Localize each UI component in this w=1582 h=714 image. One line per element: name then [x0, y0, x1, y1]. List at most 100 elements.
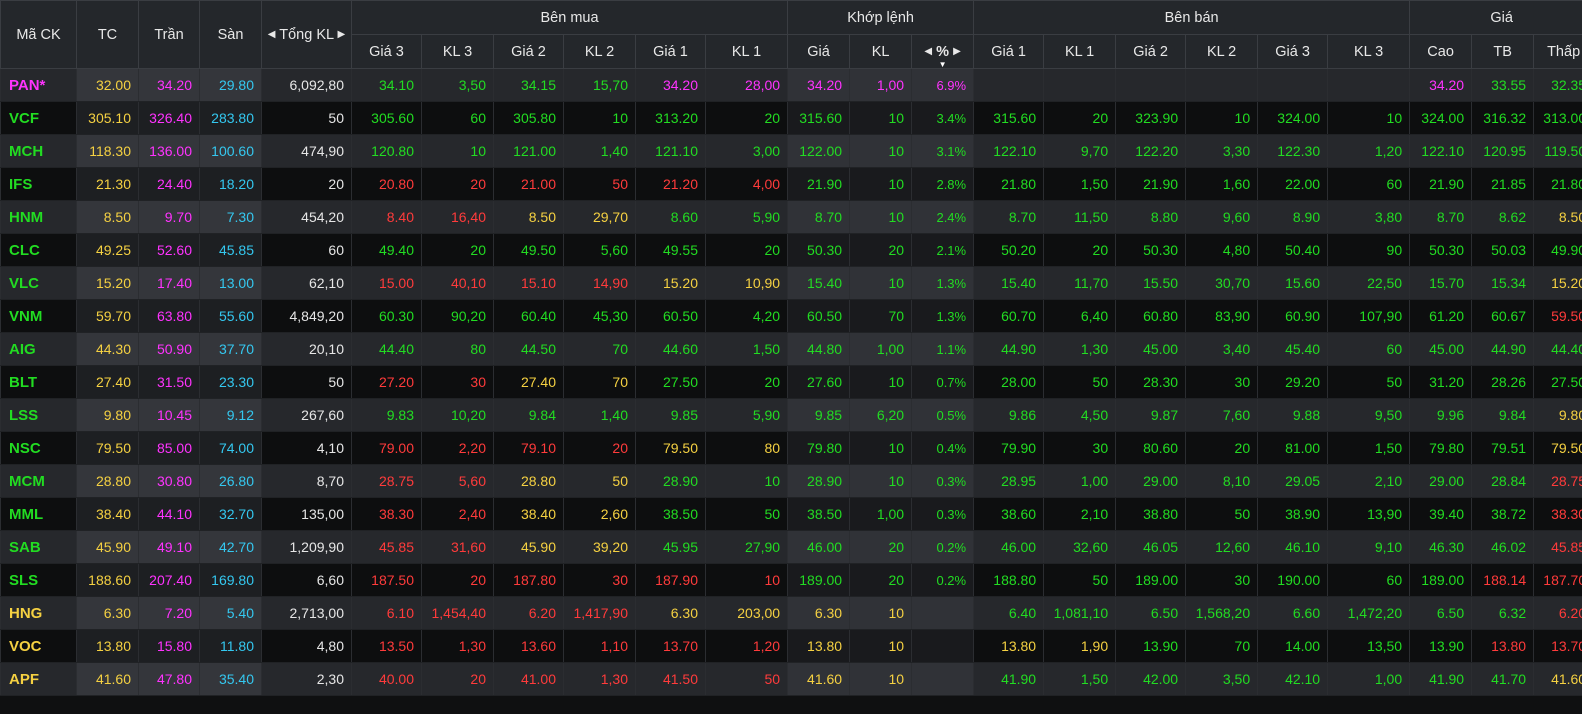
match-price-cell[interactable]: 50.30 [787, 233, 851, 267]
ref-price-cell[interactable]: 6.30 [76, 596, 139, 630]
match-pct-cell[interactable]: 1.1% [911, 332, 975, 366]
buy-price2-cell[interactable]: 34.15 [493, 68, 564, 102]
buy-vol1-cell[interactable]: 4,00 [704, 167, 789, 201]
sell-vol1-cell[interactable] [1043, 68, 1117, 102]
total-volume-cell[interactable]: 267,60 [261, 398, 352, 432]
symbol-cell[interactable]: MML [0, 497, 77, 531]
buy-vol3-cell[interactable]: 30 [421, 365, 494, 399]
col-header-sell-vol1[interactable]: KL 1 [1043, 34, 1117, 69]
sell-vol2-cell[interactable]: 20 [1185, 431, 1259, 465]
buy-vol1-cell[interactable]: 3,00 [704, 134, 789, 168]
sell-vol2-cell[interactable] [1185, 68, 1259, 102]
table-row[interactable]: HNM 8.50 9.70 7.30 454,20 8.40 16,40 8.50 29,70 8… [0, 200, 1582, 234]
match-vol-cell[interactable]: 10 [849, 266, 913, 300]
sell-vol2-cell[interactable]: 30,70 [1185, 266, 1259, 300]
buy-price2-cell[interactable]: 6.20 [493, 596, 564, 630]
ref-price-cell[interactable]: 32.00 [76, 68, 139, 102]
match-price-cell[interactable]: 27.60 [787, 365, 851, 399]
col-header-buy-price2[interactable]: Giá 2 [493, 34, 564, 69]
buy-price3-cell[interactable]: 38.30 [351, 497, 422, 531]
match-price-cell[interactable]: 38.50 [787, 497, 851, 531]
sell-price2-cell[interactable]: 13.90 [1115, 629, 1187, 663]
buy-price1-cell[interactable]: 49.55 [635, 233, 706, 267]
match-pct-cell[interactable]: 2.4% [911, 200, 975, 234]
total-volume-cell[interactable]: 1,209,90 [261, 530, 352, 564]
table-row[interactable]: NSC 79.50 85.00 74.00 4,10 79.00 2,20 79.10 20 79… [0, 431, 1582, 465]
total-volume-cell[interactable]: 20,10 [261, 332, 352, 366]
buy-vol1-cell[interactable]: 80 [704, 431, 789, 465]
sell-vol3-cell[interactable]: 9,50 [1327, 398, 1411, 432]
avg-price-cell[interactable]: 60.67 [1471, 299, 1535, 333]
sell-price3-cell[interactable]: 38.90 [1257, 497, 1329, 531]
buy-price2-cell[interactable]: 13.60 [493, 629, 564, 663]
buy-vol1-cell[interactable]: 10 [704, 464, 789, 498]
avg-price-cell[interactable]: 6.32 [1471, 596, 1535, 630]
ceiling-price-cell[interactable]: 31.50 [138, 365, 200, 399]
sell-price1-cell[interactable]: 28.95 [973, 464, 1045, 498]
col-header-sell-price3[interactable]: Giá 3 [1257, 34, 1329, 69]
sell-vol3-cell[interactable] [1327, 68, 1411, 102]
low-price-cell[interactable]: 41.60 [1533, 662, 1582, 696]
buy-vol1-cell[interactable]: 1,50 [704, 332, 789, 366]
buy-vol3-cell[interactable]: 10,20 [421, 398, 494, 432]
buy-price1-cell[interactable]: 38.50 [635, 497, 706, 531]
sell-vol1-cell[interactable]: 2,10 [1043, 497, 1117, 531]
buy-vol1-cell[interactable]: 4,20 [704, 299, 789, 333]
symbol-cell[interactable]: VOC [0, 629, 77, 663]
buy-price2-cell[interactable]: 21.00 [493, 167, 564, 201]
match-price-cell[interactable]: 8.70 [787, 200, 851, 234]
avg-price-cell[interactable]: 33.55 [1471, 68, 1535, 102]
symbol-cell[interactable]: VNM [0, 299, 77, 333]
floor-price-cell[interactable]: 13.00 [199, 266, 262, 300]
sell-vol1-cell[interactable]: 4,50 [1043, 398, 1117, 432]
high-price-cell[interactable]: 189.00 [1409, 563, 1473, 597]
sell-price2-cell[interactable]: 8.80 [1115, 200, 1187, 234]
match-pct-cell[interactable]: 3.1% [911, 134, 975, 168]
table-row[interactable]: MCH 118.30 136.00 100.60 474,90 120.80 10 121.0… [0, 134, 1582, 168]
low-price-cell[interactable]: 45.85 [1533, 530, 1582, 564]
match-price-cell[interactable]: 44.80 [787, 332, 851, 366]
floor-price-cell[interactable]: 18.20 [199, 167, 262, 201]
buy-vol3-cell[interactable]: 10 [421, 134, 494, 168]
match-vol-cell[interactable]: 10 [849, 200, 913, 234]
match-price-cell[interactable]: 9.85 [787, 398, 851, 432]
match-vol-cell[interactable]: 10 [849, 464, 913, 498]
sell-vol1-cell[interactable]: 1,30 [1043, 332, 1117, 366]
buy-vol2-cell[interactable]: 5,60 [563, 233, 636, 267]
match-vol-cell[interactable]: 10 [849, 167, 913, 201]
buy-vol3-cell[interactable]: 20 [421, 563, 494, 597]
sell-vol2-cell[interactable]: 3,30 [1185, 134, 1259, 168]
buy-vol3-cell[interactable]: 90,20 [421, 299, 494, 333]
sell-price1-cell[interactable]: 13.80 [973, 629, 1045, 663]
sell-vol1-cell[interactable]: 1,50 [1043, 167, 1117, 201]
buy-price3-cell[interactable]: 305.60 [351, 101, 422, 135]
buy-price1-cell[interactable]: 60.50 [635, 299, 706, 333]
high-price-cell[interactable]: 39.40 [1409, 497, 1473, 531]
buy-vol1-cell[interactable]: 203,00 [704, 596, 789, 630]
sell-vol2-cell[interactable]: 9,60 [1185, 200, 1259, 234]
table-row[interactable]: SAB 45.90 49.10 42.70 1,209,90 45.85 31,60 45.9… [0, 530, 1582, 564]
sell-price1-cell[interactable]: 60.70 [973, 299, 1045, 333]
symbol-cell[interactable]: NSC [0, 431, 77, 465]
high-price-cell[interactable]: 9.96 [1409, 398, 1473, 432]
buy-price1-cell[interactable]: 121.10 [635, 134, 706, 168]
floor-price-cell[interactable]: 169.80 [199, 563, 262, 597]
col-header-pct[interactable]: ◀ % ▼ ▶ [911, 34, 975, 69]
buy-price1-cell[interactable]: 27.50 [635, 365, 706, 399]
low-price-cell[interactable]: 44.40 [1533, 332, 1582, 366]
avg-price-cell[interactable]: 44.90 [1471, 332, 1535, 366]
buy-price3-cell[interactable]: 45.85 [351, 530, 422, 564]
symbol-cell[interactable]: AIG [0, 332, 77, 366]
high-price-cell[interactable]: 6.50 [1409, 596, 1473, 630]
match-pct-cell[interactable]: 1.3% [911, 299, 975, 333]
floor-price-cell[interactable]: 11.80 [199, 629, 262, 663]
buy-vol3-cell[interactable]: 40,10 [421, 266, 494, 300]
match-vol-cell[interactable]: 10 [849, 629, 913, 663]
total-volume-cell[interactable]: 2,30 [261, 662, 352, 696]
col-header-ref[interactable]: TC [76, 0, 139, 69]
ref-price-cell[interactable]: 188.60 [76, 563, 139, 597]
table-row[interactable]: MCM 28.80 30.80 26.80 8,70 28.75 5,60 28.80 50 28… [0, 464, 1582, 498]
ceiling-price-cell[interactable]: 24.40 [138, 167, 200, 201]
sell-price2-cell[interactable]: 6.50 [1115, 596, 1187, 630]
buy-price3-cell[interactable]: 9.83 [351, 398, 422, 432]
